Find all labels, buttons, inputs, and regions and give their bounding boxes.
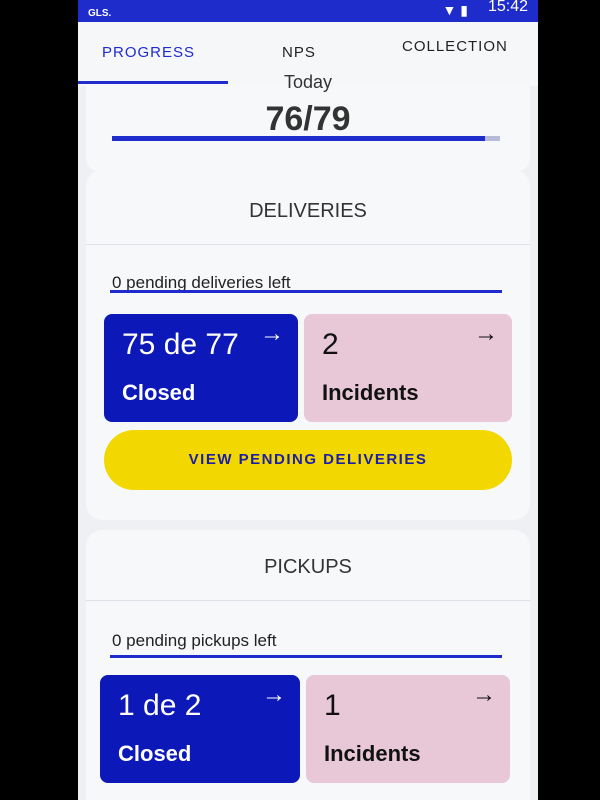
view-pending-deliveries-button[interactable]: VIEW PENDING DELIVERIES	[104, 430, 512, 490]
closed-deliveries-label: Closed	[122, 380, 196, 405]
delivery-incidents-button[interactable]: 2 → Incidents	[304, 314, 512, 422]
today-progress-bar	[112, 136, 500, 141]
tab-collection[interactable]: COLLECTION	[402, 38, 508, 55]
arrow-right-icon: →	[262, 681, 286, 708]
status-logo: GLS.	[88, 8, 112, 19]
deliveries-title: DELIVERIES	[249, 200, 367, 222]
closed-pickups-label: Closed	[118, 741, 192, 766]
pickups-title: PICKUPS	[264, 556, 352, 578]
today-card: Today 76/79	[86, 72, 530, 172]
delivery-incidents-value: 2	[322, 328, 339, 361]
tab-progress[interactable]: PROGRESS	[102, 44, 195, 61]
divider	[86, 600, 530, 601]
app-screen: GLS. ▼ ▮ 15:42 PROGRESS NPS COLLECTION T…	[78, 0, 538, 800]
divider	[86, 244, 530, 245]
today-label: Today	[283, 72, 333, 92]
pickup-incidents-label: Incidents	[324, 741, 421, 766]
deliveries-card: DELIVERIES 0 pending deliveries left 75 …	[86, 170, 530, 520]
arrow-right-icon: →	[260, 320, 284, 347]
wifi-icon: ▼ ▮	[442, 2, 468, 18]
status-bar: GLS. ▼ ▮ 15:42	[78, 0, 538, 22]
pending-pickups-bar	[110, 655, 502, 658]
closed-pickups-value: 1 de 2	[118, 689, 202, 722]
pickup-incidents-button[interactable]: 1 → Incidents	[306, 675, 510, 783]
pickup-incidents-value: 1	[324, 689, 341, 722]
closed-pickups-button[interactable]: 1 de 2 → Closed	[100, 675, 300, 783]
today-progress-fill	[112, 136, 486, 141]
status-time: 15:42	[487, 0, 528, 15]
closed-deliveries-button[interactable]: 75 de 77 → Closed	[104, 314, 298, 422]
closed-deliveries-value: 75 de 77	[122, 328, 239, 361]
pickups-card: PICKUPS 0 pending pickups left 1 de 2 → …	[86, 530, 530, 800]
tab-nps[interactable]: NPS	[282, 44, 316, 61]
today-value: 76/79	[265, 100, 351, 138]
pending-pickups-text: 0 pending pickups left	[112, 631, 277, 650]
arrow-right-icon: →	[472, 681, 496, 708]
delivery-incidents-label: Incidents	[322, 380, 419, 405]
pending-deliveries-bar	[110, 290, 502, 293]
arrow-right-icon: →	[474, 320, 498, 347]
